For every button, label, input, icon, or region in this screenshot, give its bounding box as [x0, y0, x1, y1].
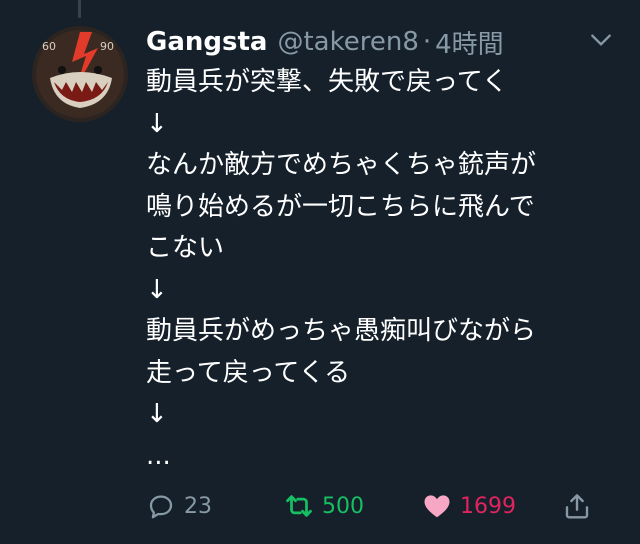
avatar-right-number: 90 [100, 40, 114, 53]
tweet-line: ... [146, 440, 171, 471]
like-count: 1699 [460, 493, 516, 519]
more-options-button[interactable] [588, 27, 614, 53]
chevron-down-icon [591, 34, 611, 46]
tweet-line: なんか敵方でめちゃくちゃ銃声が [146, 150, 537, 180]
retweet-icon [286, 495, 312, 517]
tweet-line: 動員兵がめっちゃ愚痴叫びながら [146, 316, 537, 346]
reply-button[interactable]: 23 [146, 482, 212, 530]
tweet-timestamp[interactable]: 4時間 [435, 24, 504, 61]
tweet-line: ↓ [146, 274, 168, 305]
author-handle[interactable]: @takeren8 [277, 27, 418, 57]
retweet-count: 500 [322, 493, 364, 519]
tweet-actions: 23 500 1699 [146, 482, 602, 530]
share-button[interactable] [562, 482, 592, 530]
tweet-line: 鳴り始めるが一切こちらに飛んで [146, 191, 535, 222]
tweet-line: 走って戻ってくる [146, 357, 351, 388]
reply-icon [149, 495, 173, 519]
thread-connector-line [78, 0, 81, 18]
reply-count: 23 [184, 493, 212, 519]
tweet-line: ↓ [146, 399, 168, 429]
avatar-image: 60 90 [32, 26, 128, 122]
retweet-button[interactable]: 500 [284, 482, 364, 530]
tweet-header: Gangsta @takeren8 · 4時間 [146, 22, 620, 62]
avatar[interactable]: 60 90 [32, 26, 128, 122]
tweet-text: 動員兵が突撃、失敗で戻ってく ↓ なんか敵方でめちゃくちゃ銃声が 鳴り始めるが一… [146, 62, 626, 477]
heart-icon [424, 495, 450, 518]
like-button[interactable]: 1699 [422, 482, 516, 530]
share-icon [565, 494, 589, 519]
header-separator: · [422, 27, 432, 57]
avatar-left-number: 60 [42, 40, 56, 53]
author-name[interactable]: Gangsta [146, 27, 267, 57]
tweet-line: 動員兵が突撃、失敗で戻ってく [146, 67, 508, 97]
tweet-line: こない [146, 233, 225, 263]
tweet-line: ↓ [146, 108, 168, 139]
